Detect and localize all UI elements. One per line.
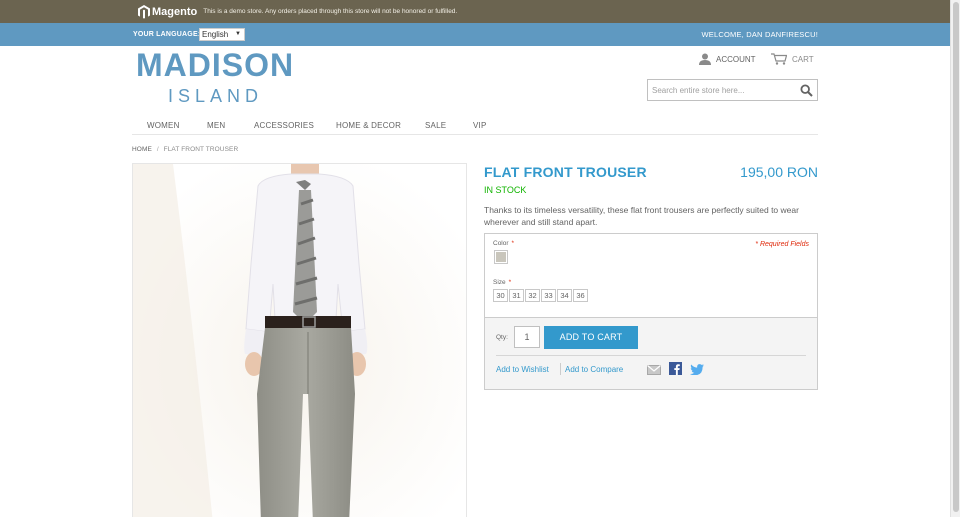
qty-input[interactable]: 1	[514, 326, 540, 348]
size-option-31[interactable]: 31	[509, 289, 524, 302]
magento-brand-text: Magento	[152, 5, 198, 18]
nav-item-vip[interactable]: VIP	[473, 121, 487, 130]
color-label-text: Color	[493, 240, 509, 247]
window-scrollbar[interactable]	[950, 0, 960, 517]
cart-link[interactable]: CART	[771, 53, 814, 65]
header-bar: YOUR LANGUAGE: English ▼ WELCOME, DAN DA…	[0, 23, 950, 46]
magento-logo-icon	[138, 4, 150, 19]
account-link[interactable]: ACCOUNT	[699, 53, 756, 65]
account-icon	[699, 53, 711, 65]
add-to-wishlist-link[interactable]: Add to Wishlist	[496, 365, 549, 374]
email-share-link[interactable]	[647, 362, 661, 380]
account-label: ACCOUNT	[716, 54, 756, 64]
size-option-label: Size *	[493, 279, 511, 286]
store-logo-sub[interactable]: ISLAND	[168, 86, 263, 107]
search-form	[647, 79, 818, 101]
nav-item-accessories[interactable]: ACCESSORIES	[254, 121, 314, 130]
product-photo-illustration	[133, 164, 466, 517]
product-description: Thanks to its timeless versatility, thes…	[484, 205, 799, 227]
demo-notice-bar: Magento This is a demo store. Any orders…	[0, 0, 950, 23]
magento-logo[interactable]: Magento	[138, 4, 198, 19]
language-select-value: English	[202, 30, 229, 39]
breadcrumb-current: FLAT FRONT TROUSER	[163, 146, 239, 153]
language-label: YOUR LANGUAGE:	[133, 31, 201, 38]
divider	[496, 355, 806, 356]
product-image[interactable]	[132, 163, 467, 517]
size-option-33[interactable]: 33	[541, 289, 556, 302]
size-option-36[interactable]: 36	[573, 289, 588, 302]
product-options: Color * * Required Fields Size * 30 31 32 …	[484, 233, 818, 317]
add-to-compare-link[interactable]: Add to Compare	[565, 365, 623, 374]
facebook-share-link[interactable]	[669, 362, 682, 380]
color-swatch-fill	[496, 252, 506, 262]
add-to-cart-box: Qty: 1 ADD TO CART Add to Wishlist Add t…	[484, 317, 818, 390]
nav-item-men[interactable]: MEN	[207, 121, 225, 130]
qty-label: Qty:	[496, 334, 508, 341]
demo-notice-text: This is a demo store. Any orders placed …	[203, 8, 458, 15]
store-logo-main[interactable]: MADISON	[136, 47, 294, 84]
required-asterisk: *	[511, 240, 515, 247]
facebook-icon	[669, 362, 682, 375]
required-fields-note: * Required Fields	[755, 241, 809, 248]
search-input[interactable]	[648, 80, 788, 101]
required-asterisk: *	[508, 279, 512, 286]
nav-item-sale[interactable]: SALE	[425, 121, 446, 130]
breadcrumb-separator: /	[156, 146, 159, 153]
nav-item-home-decor[interactable]: HOME & DECOR	[336, 121, 401, 130]
size-option-30[interactable]: 30	[493, 289, 508, 302]
stock-status: IN STOCK	[484, 185, 527, 195]
color-option-label: Color *	[493, 240, 514, 247]
twitter-share-link[interactable]	[690, 362, 704, 380]
color-swatch[interactable]	[494, 250, 508, 264]
breadcrumb-home[interactable]: HOME	[132, 146, 152, 153]
twitter-icon	[690, 364, 704, 376]
product-name: FLAT FRONT TROUSER	[484, 164, 647, 180]
search-icon	[800, 84, 813, 97]
chevron-down-icon: ▼	[235, 31, 241, 37]
email-icon	[647, 365, 661, 375]
size-option-34[interactable]: 34	[557, 289, 572, 302]
nav-item-women[interactable]: WOMEN	[147, 121, 180, 130]
share-links	[647, 362, 712, 380]
cart-label: CART	[792, 54, 814, 64]
scrollbar-thumb[interactable]	[953, 2, 959, 512]
link-separator	[560, 363, 561, 375]
search-button[interactable]	[800, 84, 813, 97]
size-options: 30 31 32 33 34 36	[493, 289, 589, 302]
welcome-message: WELCOME, DAN DANFIRESCU!	[701, 30, 818, 39]
size-label-text: Size	[493, 279, 506, 286]
add-to-cart-button[interactable]: ADD TO CART	[544, 326, 638, 349]
language-select[interactable]: English ▼	[199, 28, 245, 41]
product-price: 195,00 RON	[740, 164, 818, 180]
main-navigation: WOMEN MEN ACCESSORIES HOME & DECOR SALE …	[132, 118, 818, 135]
breadcrumb: HOME / FLAT FRONT TROUSER	[132, 146, 238, 153]
cart-icon	[771, 53, 787, 65]
size-option-32[interactable]: 32	[525, 289, 540, 302]
